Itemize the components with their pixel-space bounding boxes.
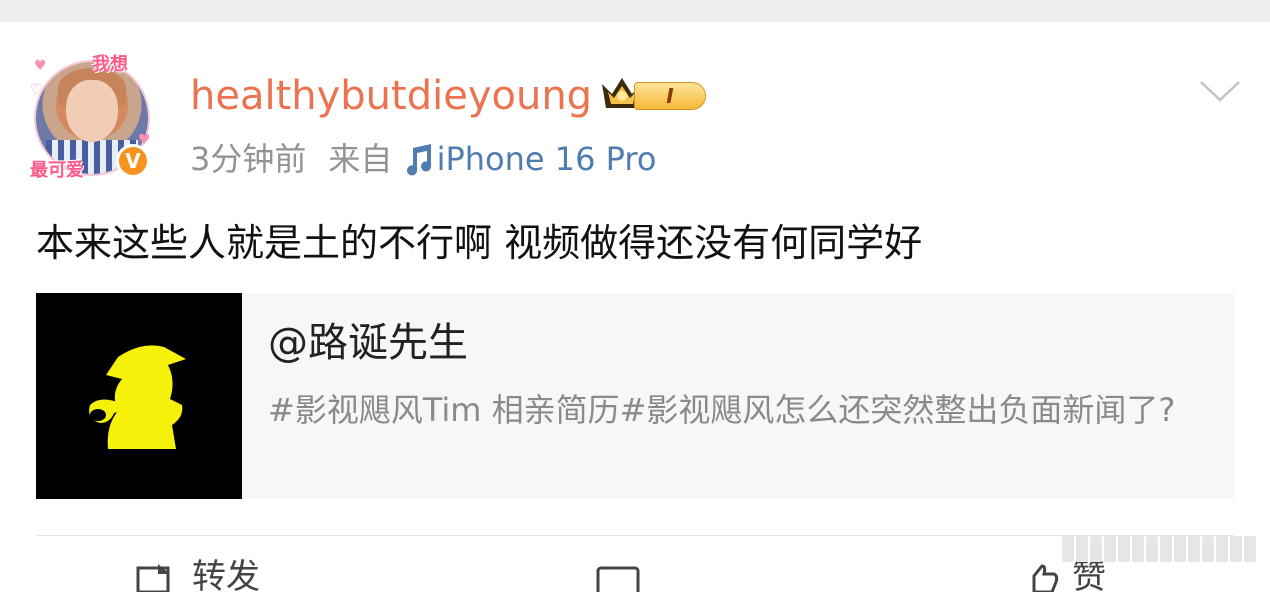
- comment-icon: [596, 566, 640, 596]
- avatar-sticker-top: 我想: [92, 54, 128, 75]
- repost-button[interactable]: 转发: [136, 560, 260, 594]
- vip-level-label: I: [634, 82, 706, 110]
- post-meta: 3分钟前 来自 iPhone 16 Pro: [190, 138, 656, 180]
- card-description: #影视飓风Tim 相亲简历#影视飓风怎么还突然整出负面新闻了?: [268, 391, 1176, 429]
- source-prefix: 来自: [328, 140, 393, 178]
- card-thumbnail: [36, 293, 242, 499]
- music-note-icon: [406, 144, 431, 176]
- top-strip: [0, 0, 1270, 22]
- chevron-down-icon: [1200, 81, 1240, 102]
- heart-icon: ♥: [34, 58, 47, 74]
- avatar-sticker-bottom: 最可爱: [30, 160, 84, 181]
- linked-card[interactable]: @路诞先生 #影视飓风Tim 相亲简历#影视飓风怎么还突然整出负面新闻了?: [36, 293, 1234, 499]
- heart-icon: ♡: [30, 82, 43, 98]
- post-time: 3分钟前: [190, 140, 307, 178]
- post-content: 本来这些人就是土的不行啊 视频做得还没有何同学好: [36, 221, 923, 265]
- username-link[interactable]: healthybutdieyoung: [190, 70, 592, 122]
- like-icon: [1032, 564, 1059, 594]
- watermark: [1062, 534, 1258, 564]
- vip-badge[interactable]: I: [598, 74, 710, 114]
- detective-logo-icon: [89, 345, 186, 449]
- repost-icon: [136, 564, 170, 594]
- avatar[interactable]: ♥ ♡ ♥ 我想 最可爱 V: [30, 48, 156, 184]
- like-button[interactable]: 赞: [1020, 560, 1106, 594]
- repost-label: 转发: [192, 557, 260, 597]
- post-menu-button[interactable]: [1198, 76, 1242, 106]
- device-link[interactable]: iPhone 16 Pro: [437, 140, 657, 178]
- divider: [36, 535, 1234, 536]
- verified-icon: V: [116, 144, 150, 178]
- comment-button[interactable]: [596, 560, 640, 596]
- card-title: @路诞先生: [268, 320, 468, 366]
